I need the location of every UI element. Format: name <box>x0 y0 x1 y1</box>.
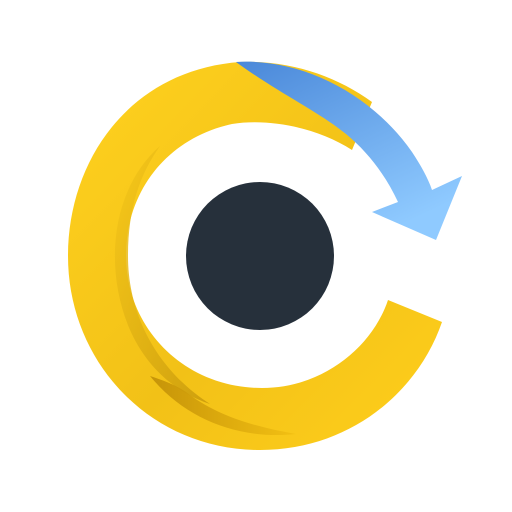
logo-canvas <box>0 0 512 512</box>
refresh-eye-icon <box>68 61 462 450</box>
pupil-dot <box>186 182 334 330</box>
